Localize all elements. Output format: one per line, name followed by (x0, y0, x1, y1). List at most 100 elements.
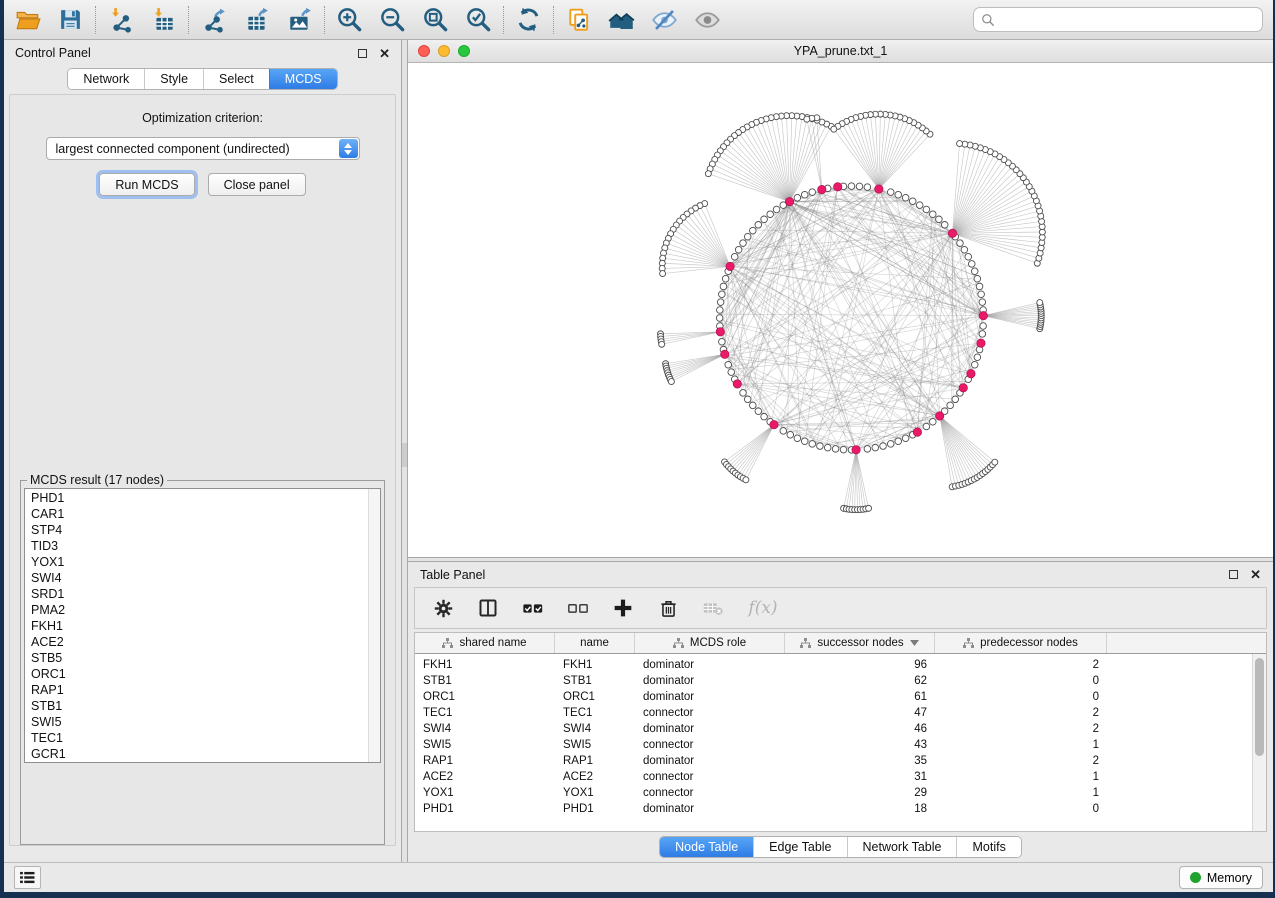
graph-hub-node[interactable] (875, 185, 883, 193)
graph-node[interactable] (809, 441, 816, 448)
save-session-icon[interactable] (57, 6, 84, 33)
mcds-result-item[interactable]: SWI4 (25, 570, 380, 586)
graph-node[interactable] (719, 291, 726, 298)
table-row[interactable]: STB1STB1dominator620 (415, 673, 1266, 689)
graph-leaf-node[interactable] (668, 379, 674, 385)
graph-node[interactable] (971, 268, 978, 275)
graph-leaf-node[interactable] (705, 171, 711, 177)
mcds-result-item[interactable]: YOX1 (25, 554, 380, 570)
column-header-name[interactable]: name (555, 633, 635, 653)
tab-network-table[interactable]: Network Table (847, 837, 957, 857)
clear-checkboxes-icon[interactable] (566, 596, 590, 620)
first-neighbors-icon[interactable] (608, 6, 635, 33)
graph-node[interactable] (979, 299, 986, 306)
mcds-result-item[interactable]: CAR1 (25, 506, 380, 522)
graph-leaf-node[interactable] (866, 505, 872, 511)
graph-hub-node[interactable] (733, 380, 741, 388)
graph-node[interactable] (929, 418, 936, 425)
gear-icon[interactable] (431, 596, 455, 620)
graph-node[interactable] (971, 361, 978, 368)
graph-node[interactable] (965, 253, 972, 260)
graph-leaf-node[interactable] (992, 459, 998, 465)
table-row[interactable]: YOX1YOX1connector291 (415, 785, 1266, 801)
graph-node[interactable] (968, 261, 975, 268)
graph-node[interactable] (780, 428, 787, 435)
graph-node[interactable] (740, 390, 747, 397)
graph-node[interactable] (929, 211, 936, 218)
graph-hub-node[interactable] (818, 185, 826, 193)
mcds-result-item[interactable]: SRD1 (25, 586, 380, 602)
graph-node[interactable] (801, 191, 808, 198)
graph-node[interactable] (720, 283, 727, 290)
graph-node[interactable] (848, 183, 855, 190)
graph-node[interactable] (957, 240, 964, 247)
graph-node[interactable] (887, 189, 894, 196)
graph-node[interactable] (832, 446, 839, 453)
maximize-window-icon[interactable] (458, 45, 470, 57)
mcds-result-item[interactable]: PHD1 (25, 490, 380, 506)
graph-leaf-node[interactable] (831, 126, 837, 132)
network-canvas[interactable] (408, 63, 1273, 557)
graph-hub-node[interactable] (852, 446, 860, 454)
graph-node[interactable] (961, 246, 968, 253)
mcds-result-item[interactable]: RAP1 (25, 682, 380, 698)
close-panel-icon[interactable]: ✕ (379, 47, 390, 60)
graph-leaf-node[interactable] (743, 477, 749, 483)
graph-node[interactable] (840, 446, 847, 453)
split-divider-vertical[interactable] (401, 40, 408, 862)
mcds-result-item[interactable]: GCR1 (25, 746, 380, 762)
graph-leaf-node[interactable] (659, 341, 665, 347)
graph-node[interactable] (755, 222, 762, 229)
graph-node[interactable] (872, 444, 879, 451)
graph-hub-node[interactable] (785, 197, 793, 205)
hide-selected-icon[interactable] (651, 6, 678, 33)
graph-node[interactable] (787, 431, 794, 438)
float-window-icon[interactable] (1229, 570, 1238, 579)
graph-node[interactable] (824, 444, 831, 451)
column-header-predecessor-nodes[interactable]: predecessor nodes (935, 633, 1107, 653)
graph-node[interactable] (728, 369, 735, 376)
graph-node[interactable] (941, 222, 948, 229)
table-row[interactable]: ORC1ORC1dominator610 (415, 689, 1266, 705)
mcds-result-item[interactable]: SWI5 (25, 714, 380, 730)
graph-node[interactable] (887, 441, 894, 448)
column-header-successor-nodes[interactable]: successor nodes (785, 633, 935, 653)
graph-node[interactable] (947, 402, 954, 409)
graph-node[interactable] (750, 402, 757, 409)
graph-node[interactable] (909, 198, 916, 205)
graph-node[interactable] (916, 202, 923, 209)
graph-node[interactable] (923, 206, 930, 213)
graph-node[interactable] (809, 189, 816, 196)
open-file-icon[interactable] (14, 6, 41, 33)
graph-node[interactable] (895, 438, 902, 445)
graph-node[interactable] (978, 291, 985, 298)
graph-node[interactable] (716, 315, 723, 322)
graph-hub-node[interactable] (967, 370, 975, 378)
graph-node[interactable] (864, 446, 871, 453)
graph-leaf-node[interactable] (804, 116, 810, 122)
graph-hub-node[interactable] (913, 428, 921, 436)
mcds-result-item[interactable]: PMA2 (25, 602, 380, 618)
graph-node[interactable] (744, 396, 751, 403)
graph-hub-node[interactable] (770, 420, 778, 428)
import-table-icon[interactable] (150, 6, 177, 33)
mcds-result-item[interactable]: TID3 (25, 538, 380, 554)
tab-node-table[interactable]: Node Table (660, 837, 753, 857)
table-scrollbar[interactable] (1252, 654, 1266, 831)
graph-node[interactable] (880, 443, 887, 450)
graph-node[interactable] (755, 408, 762, 415)
close-window-icon[interactable] (418, 45, 430, 57)
tab-style[interactable]: Style (144, 69, 203, 89)
optimization-criterion-select[interactable]: largest connected component (undirected) (46, 137, 360, 160)
tab-mcds[interactable]: MCDS (269, 69, 337, 89)
apply-layout-icon[interactable] (515, 6, 542, 33)
zoom-out-icon[interactable] (379, 6, 406, 33)
search-input[interactable] (1000, 13, 1255, 27)
zoom-in-icon[interactable] (336, 6, 363, 33)
column-header-shared-name[interactable]: shared name (415, 633, 555, 653)
graph-node[interactable] (717, 299, 724, 306)
graph-node[interactable] (761, 216, 768, 223)
table-row[interactable]: SWI4SWI4dominator462 (415, 721, 1266, 737)
graph-node[interactable] (722, 275, 729, 282)
graph-leaf-node[interactable] (660, 271, 666, 277)
